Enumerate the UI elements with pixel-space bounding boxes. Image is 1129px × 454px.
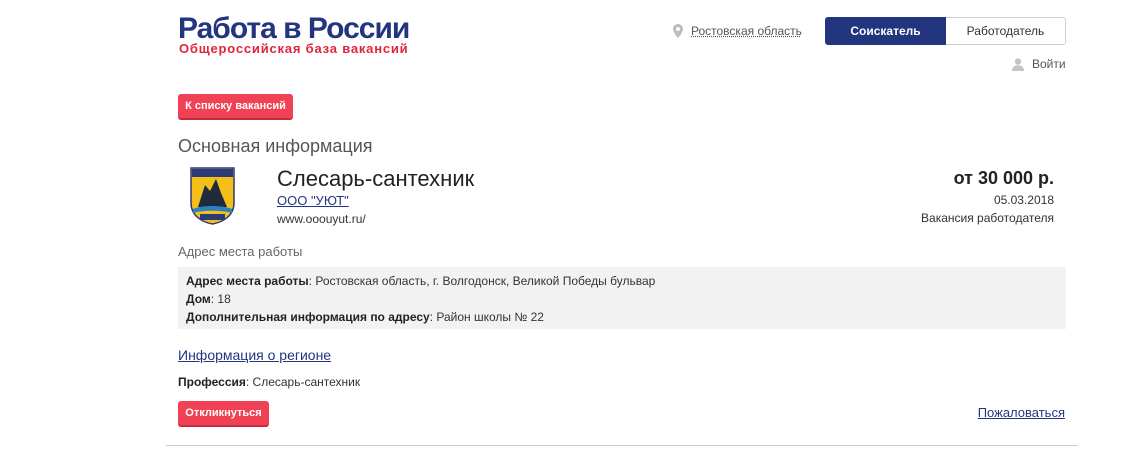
user-icon [1012,57,1024,71]
company-link[interactable]: ООО "УЮТ" [277,193,349,208]
company-site: www.ooouyut.ru/ [277,212,366,226]
apply-button[interactable]: Откликнуться [178,401,269,427]
region-selector[interactable]: Ростовская область [673,22,802,40]
city-emblem-icon [190,167,235,225]
address-heading: Адрес места работы [178,244,303,259]
location-pin-icon [673,24,683,38]
house-label: Дом [186,292,211,306]
extra-info-value: : Район школы № 22 [429,310,544,324]
divider [166,445,1078,446]
region-info-link[interactable]: Информация о регионе [178,347,331,363]
publish-date: 05.03.2018 [993,193,1054,207]
back-to-list-button[interactable]: К списку вакансий [178,94,293,120]
profession: Профессия: Слесарь-сантехник [178,375,360,389]
house-line: Дом: 18 [186,290,1058,308]
extra-info-label: Дополнительная информация по адресу [186,310,430,324]
salary: от 30 000 р. [953,168,1054,188]
site-logo[interactable]: Работа в России Общероссийская база вака… [178,12,428,60]
role-toggle: Соискатель Работодатель [825,17,1066,45]
house-value: : 18 [210,292,231,306]
employer-button[interactable]: Работодатель [946,17,1066,45]
login-label: Войти [1032,57,1066,71]
profession-value: : Слесарь-сантехник [245,375,361,389]
address-box: Адрес места работы: Ростовская область, … [178,267,1066,329]
vacancy-page: Работа в России Общероссийская база вака… [0,0,1129,454]
logo-subtitle: Общероссийская база вакансий [179,41,409,56]
complain-link[interactable]: Пожаловаться [978,405,1065,420]
seeker-button[interactable]: Соискатель [825,17,946,45]
vacancy-type: Вакансия работодателя [921,211,1054,225]
profession-label: Профессия [178,375,246,389]
section-title: Основная информация [178,136,373,156]
login-link[interactable]: Войти [1012,57,1066,71]
address-line: Адрес места работы: Ростовская область, … [186,272,1058,290]
job-title: Слесарь-сантехник [277,166,475,191]
address-value: : Ростовская область, г. Волгодонск, Вел… [308,274,656,288]
extra-info-line: Дополнительная информация по адресу: Рай… [186,308,1058,326]
address-label: Адрес места работы [186,274,309,288]
region-link[interactable]: Ростовская область [691,24,802,38]
